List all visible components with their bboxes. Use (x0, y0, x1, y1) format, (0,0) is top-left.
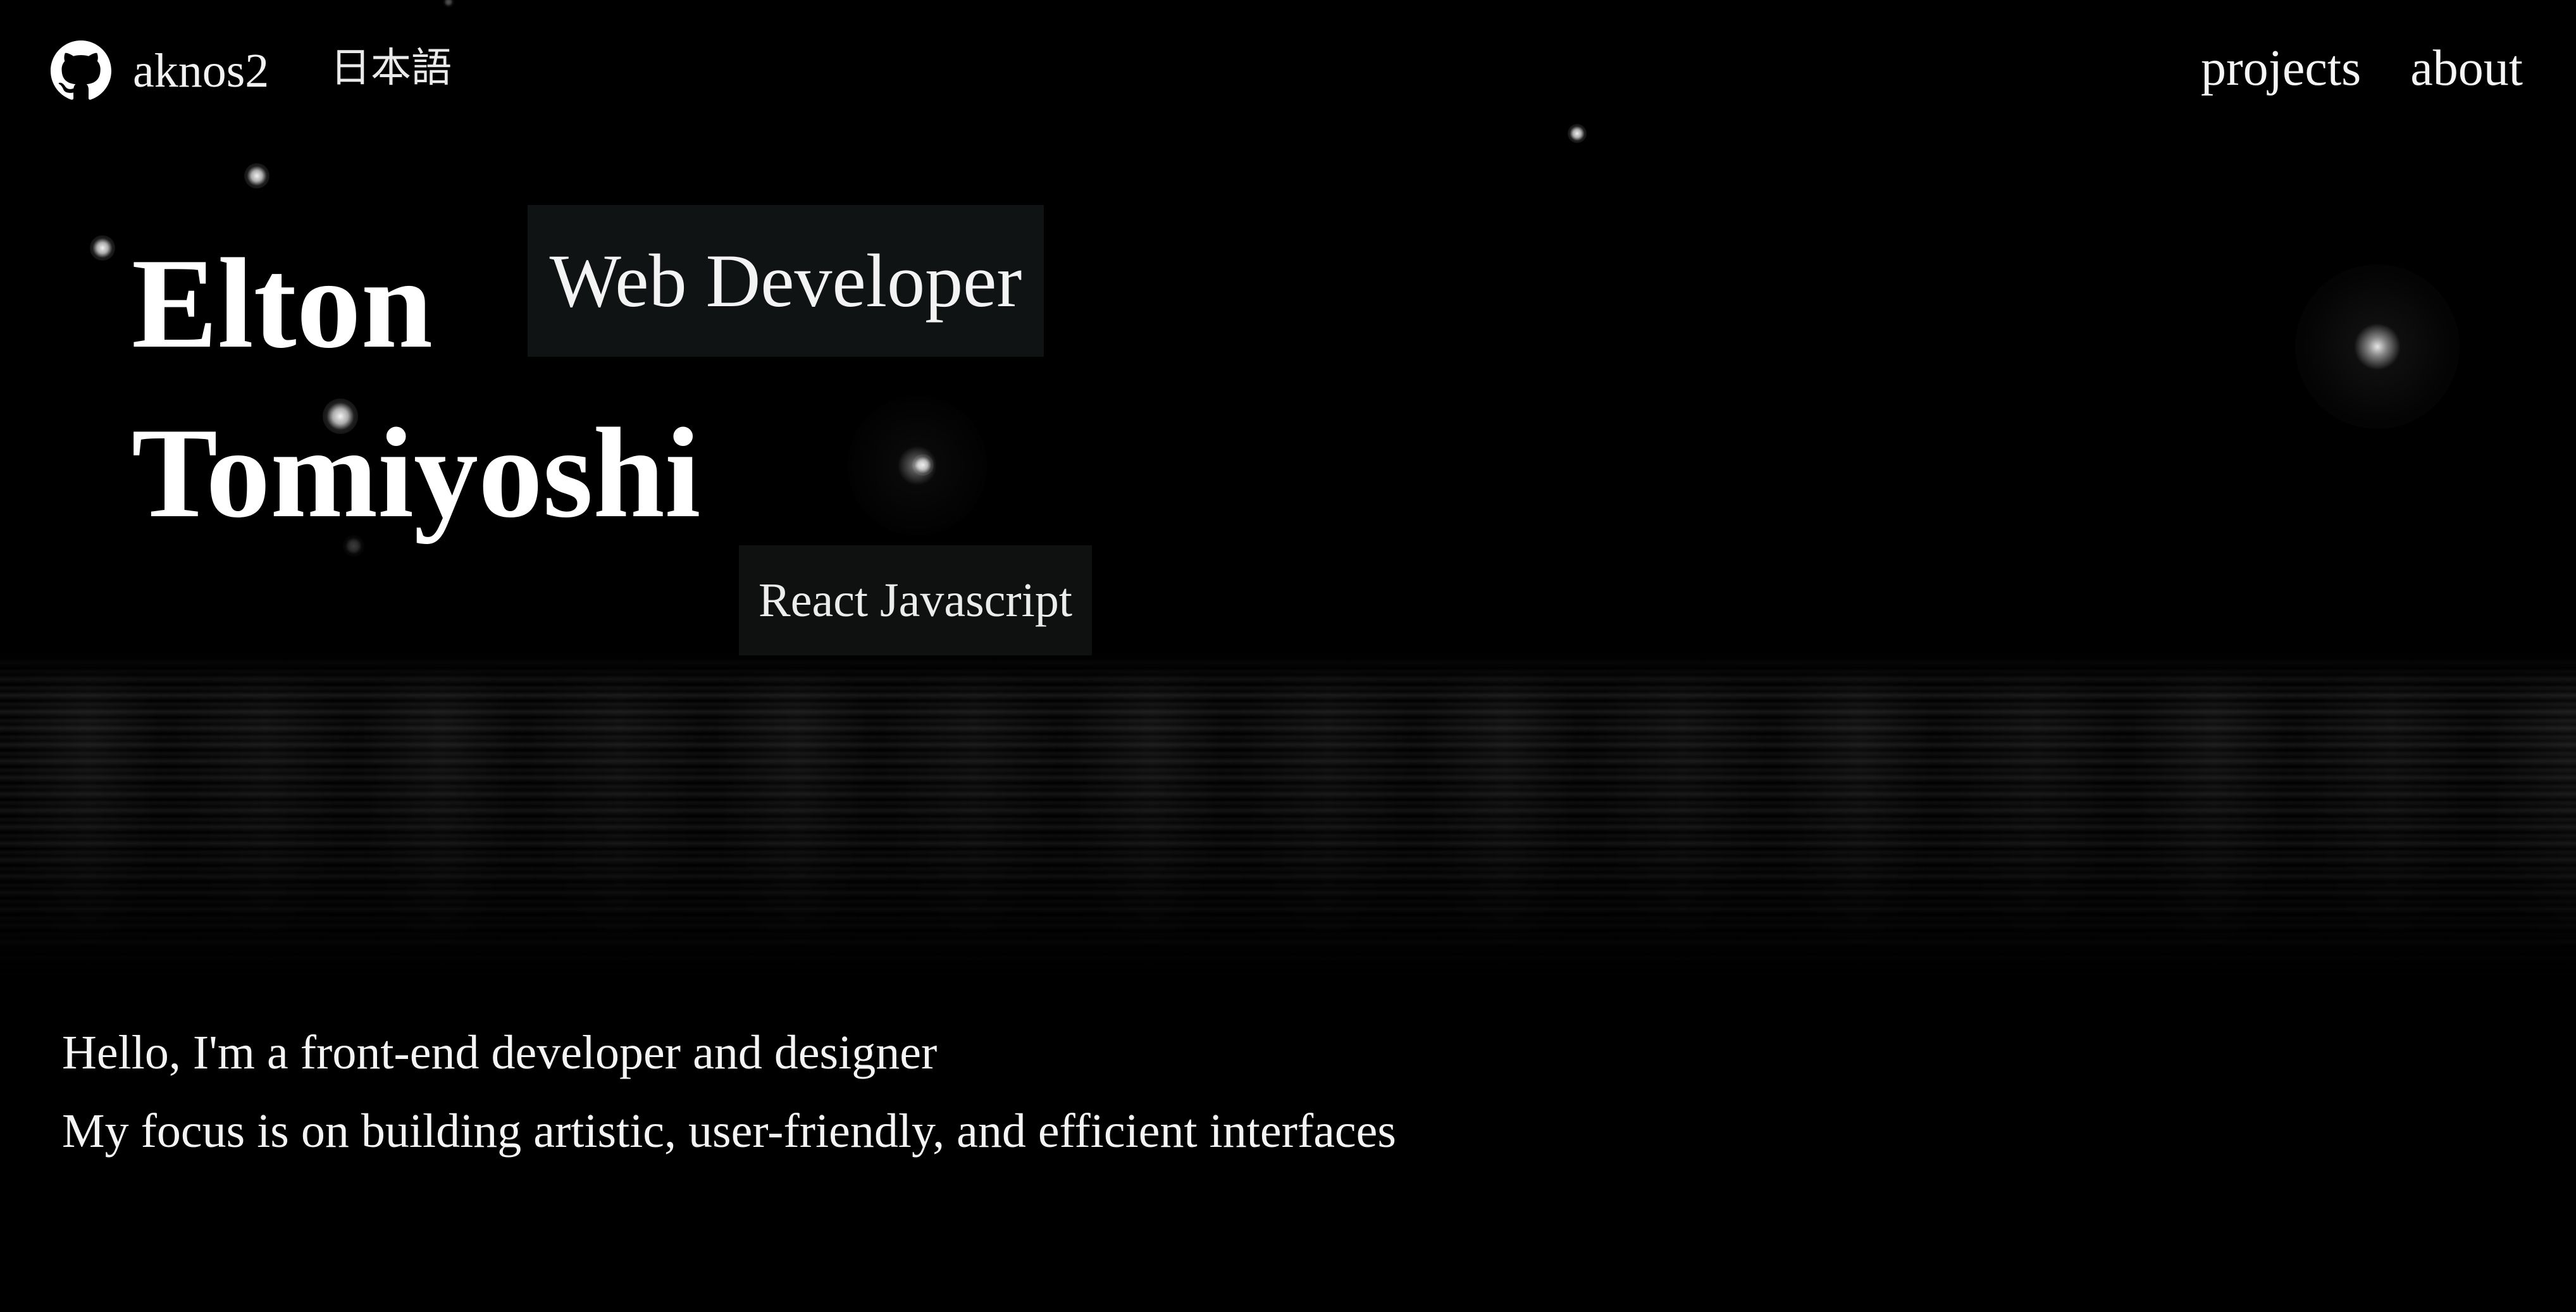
star-orb (848, 396, 987, 535)
star-orb (244, 163, 269, 189)
page: aknos2 日本語 projects about Elton Tomiyosh… (0, 0, 2576, 1312)
intro-line-2: My focus is on building artistic, user-f… (62, 1105, 1396, 1158)
hero-first-name: Elton (132, 232, 433, 375)
sea-streaks (0, 658, 2576, 974)
github-icon (51, 40, 111, 100)
language-switch-link[interactable]: 日本語 (330, 48, 452, 89)
intro-line-1: Hello, I'm a front-end developer and des… (62, 1026, 938, 1079)
role-tag: Web Developer (528, 205, 1044, 357)
top-nav-bar: aknos2 日本語 projects about (0, 0, 2576, 145)
star-orb (90, 235, 115, 261)
intro-text: Hello, I'm a front-end developer and des… (62, 1013, 1396, 1170)
github-username: aknos2 (133, 44, 269, 97)
star-orb (2295, 264, 2460, 429)
github-profile-link[interactable]: aknos2 (51, 39, 269, 102)
nav-about-link[interactable]: about (2410, 43, 2523, 94)
main-nav: projects about (2201, 43, 2523, 94)
hero-last-name: Tomiyoshi (132, 402, 701, 545)
tech-stack-tag: React Javascript (739, 545, 1092, 655)
nav-projects-link[interactable]: projects (2201, 43, 2361, 94)
